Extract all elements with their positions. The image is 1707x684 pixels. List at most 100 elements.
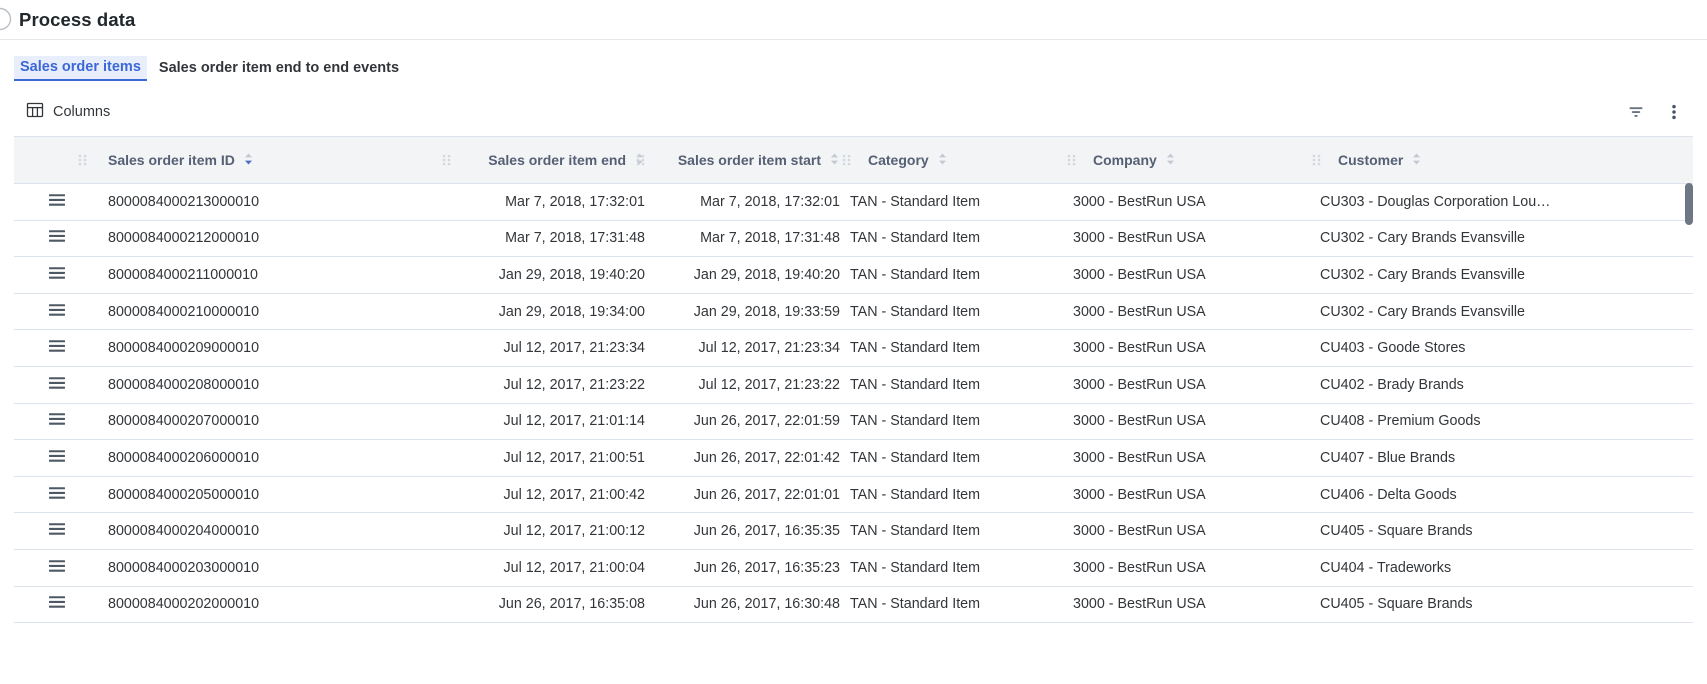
table-row[interactable]: 8000084000210000010 Jan 29, 2018, 19:34:0… [14, 293, 1693, 330]
cell-company: 3000 - BestRun USA [1073, 559, 1206, 576]
column-header-category[interactable]: Category [840, 136, 1065, 184]
column-header-sales-order-item-start[interactable]: Sales order item start [636, 136, 840, 184]
vertical-scrollbar[interactable] [1685, 183, 1693, 666]
filter-icon[interactable] [1621, 97, 1651, 127]
column-header-sales-order-item-id[interactable]: Sales order item ID [100, 136, 370, 184]
row-drag-handle-cell [14, 513, 100, 550]
row-menu-icon[interactable] [47, 338, 67, 354]
cell-customer: CU405 - Square Brands [1320, 596, 1473, 613]
cell-sales-order-item-end: Jul 12, 2017, 21:00:12 [503, 523, 646, 540]
cell-sales-order-item-start: Jan 29, 2018, 19:33:59 [693, 303, 840, 320]
cell-category: TAN - Standard Item [850, 303, 981, 320]
column-label-company: Company [1093, 152, 1157, 168]
cell-company: 3000 - BestRun USA [1073, 376, 1206, 393]
circle-spinner-icon [0, 7, 12, 31]
cell-sales-order-item-start: Jun 26, 2017, 22:01:01 [693, 486, 840, 503]
cell-company: 3000 - BestRun USA [1073, 303, 1206, 320]
drag-handle-dots-icon[interactable] [440, 150, 454, 170]
column-header-customer[interactable]: Customer [1310, 136, 1693, 184]
table-row[interactable]: 8000084000208000010 Jul 12, 2017, 21:23:2… [14, 366, 1693, 404]
cell-sales-order-item-end: Jul 12, 2017, 21:23:22 [503, 376, 646, 393]
row-drag-handle-cell [14, 476, 100, 513]
cell-company: 3000 - BestRun USA [1073, 340, 1206, 357]
row-menu-icon[interactable] [47, 192, 67, 208]
table-row[interactable]: 8000084000207000010 Jul 12, 2017, 21:01:1… [14, 403, 1693, 440]
row-menu-icon[interactable] [47, 302, 67, 318]
column-header-company[interactable]: Company [1065, 136, 1310, 184]
row-drag-handle-cell [14, 257, 100, 294]
table-row[interactable]: 8000084000204000010 Jul 12, 2017, 21:00:1… [14, 512, 1693, 550]
cell-customer: CU402 - Brady Brands [1320, 376, 1464, 393]
row-drag-handle-cell [14, 184, 100, 221]
cell-sales-order-item-end: Jun 26, 2017, 16:35:08 [498, 596, 645, 613]
table-row[interactable]: 8000084000206000010 Jul 12, 2017, 21:00:5… [14, 439, 1693, 477]
cell-sales-order-item-end: Jan 29, 2018, 19:34:00 [498, 303, 645, 320]
table-row[interactable]: 8000084000211000010 Jan 29, 2018, 19:40:2… [14, 256, 1693, 294]
table-row[interactable]: 8000084000209000010 Jul 12, 2017, 21:23:3… [14, 329, 1693, 367]
drag-handle-dots-icon[interactable] [840, 150, 854, 170]
cell-category: TAN - Standard Item [850, 376, 981, 393]
drag-handle-dots-icon[interactable] [1310, 150, 1324, 170]
sort-none-icon[interactable] [1411, 152, 1422, 169]
cell-customer: CU405 - Square Brands [1320, 523, 1473, 540]
row-menu-icon[interactable] [47, 448, 67, 464]
cell-sales-order-item-id: 8000084000204000010 [108, 523, 260, 540]
cell-customer: CU302 - Cary Brands Evansville [1320, 303, 1526, 320]
cell-sales-order-item-start: Jul 12, 2017, 21:23:34 [698, 340, 841, 357]
drag-handle-dots-icon[interactable] [1065, 150, 1079, 170]
row-menu-icon[interactable] [47, 265, 67, 281]
sort-none-icon[interactable] [1165, 152, 1176, 169]
row-menu-icon[interactable] [47, 594, 67, 610]
column-header-handle [14, 136, 100, 184]
vertical-scrollbar-thumb[interactable] [1685, 183, 1693, 225]
page-title: Process data [19, 8, 136, 30]
table-row[interactable]: 8000084000203000010 Jul 12, 2017, 21:00:0… [14, 549, 1693, 587]
cell-sales-order-item-id: 8000084000206000010 [108, 449, 260, 466]
row-menu-icon[interactable] [47, 521, 67, 537]
cell-sales-order-item-start: Jun 26, 2017, 22:01:42 [693, 449, 840, 466]
sort-desc-icon[interactable] [243, 152, 254, 169]
sort-none-icon[interactable] [829, 152, 840, 169]
table-row[interactable]: 8000084000205000010 Jul 12, 2017, 21:00:4… [14, 476, 1693, 513]
table-header-row: Sales order item ID Sales order item end… [14, 136, 1693, 184]
cell-sales-order-item-id: 8000084000212000010 [108, 230, 260, 247]
cell-category: TAN - Standard Item [850, 523, 981, 540]
cell-sales-order-item-end: Jan 29, 2018, 19:40:20 [498, 266, 645, 283]
cell-company: 3000 - BestRun USA [1073, 596, 1206, 613]
table-row[interactable]: 8000084000213000010 Mar 7, 2018, 17:32:01… [14, 183, 1693, 221]
cell-category: TAN - Standard Item [850, 193, 981, 210]
sort-none-icon[interactable] [937, 152, 948, 169]
table-row[interactable]: 8000084000202000010 Jun 26, 2017, 16:35:0… [14, 586, 1693, 623]
tab-sales-order-item-end-to-end-events[interactable]: Sales order item end to end events [153, 57, 405, 80]
row-drag-handle-cell [14, 366, 100, 403]
cell-company: 3000 - BestRun USA [1073, 486, 1206, 503]
cell-customer: CU406 - Delta Goods [1320, 486, 1457, 503]
table-columns-icon [26, 101, 44, 124]
cell-sales-order-item-end: Mar 7, 2018, 17:31:48 [505, 230, 645, 247]
drag-handle-dots-icon[interactable] [76, 150, 90, 170]
cell-customer: CU302 - Cary Brands Evansville [1320, 266, 1526, 283]
row-menu-icon[interactable] [47, 411, 67, 427]
cell-sales-order-item-id: 8000084000209000010 [108, 340, 260, 357]
column-header-sales-order-item-end[interactable]: Sales order item end [370, 136, 645, 184]
columns-button[interactable]: Columns [24, 97, 112, 128]
cell-sales-order-item-start: Jun 26, 2017, 16:30:48 [693, 596, 840, 613]
cell-company: 3000 - BestRun USA [1073, 449, 1206, 466]
row-drag-handle-cell [14, 586, 100, 623]
tab-sales-order-items[interactable]: Sales order items [14, 55, 147, 81]
cell-category: TAN - Standard Item [850, 486, 981, 503]
row-menu-icon[interactable] [47, 228, 67, 244]
more-vertical-icon[interactable] [1659, 97, 1689, 127]
row-menu-icon[interactable] [47, 485, 67, 501]
cell-category: TAN - Standard Item [850, 449, 981, 466]
cell-customer: CU404 - Tradeworks [1320, 559, 1452, 576]
row-menu-icon[interactable] [47, 375, 67, 391]
cell-customer: CU408 - Premium Goods [1320, 413, 1481, 430]
row-menu-icon[interactable] [47, 558, 67, 574]
cell-sales-order-item-id: 8000084000213000010 [108, 193, 260, 210]
table-row[interactable]: 8000084000212000010 Mar 7, 2018, 17:31:48… [14, 220, 1693, 257]
cell-category: TAN - Standard Item [850, 230, 981, 247]
drag-handle-dots-icon[interactable] [634, 150, 648, 170]
cell-sales-order-item-id: 8000084000203000010 [108, 559, 260, 576]
cell-sales-order-item-start: Jan 29, 2018, 19:40:20 [693, 266, 840, 283]
